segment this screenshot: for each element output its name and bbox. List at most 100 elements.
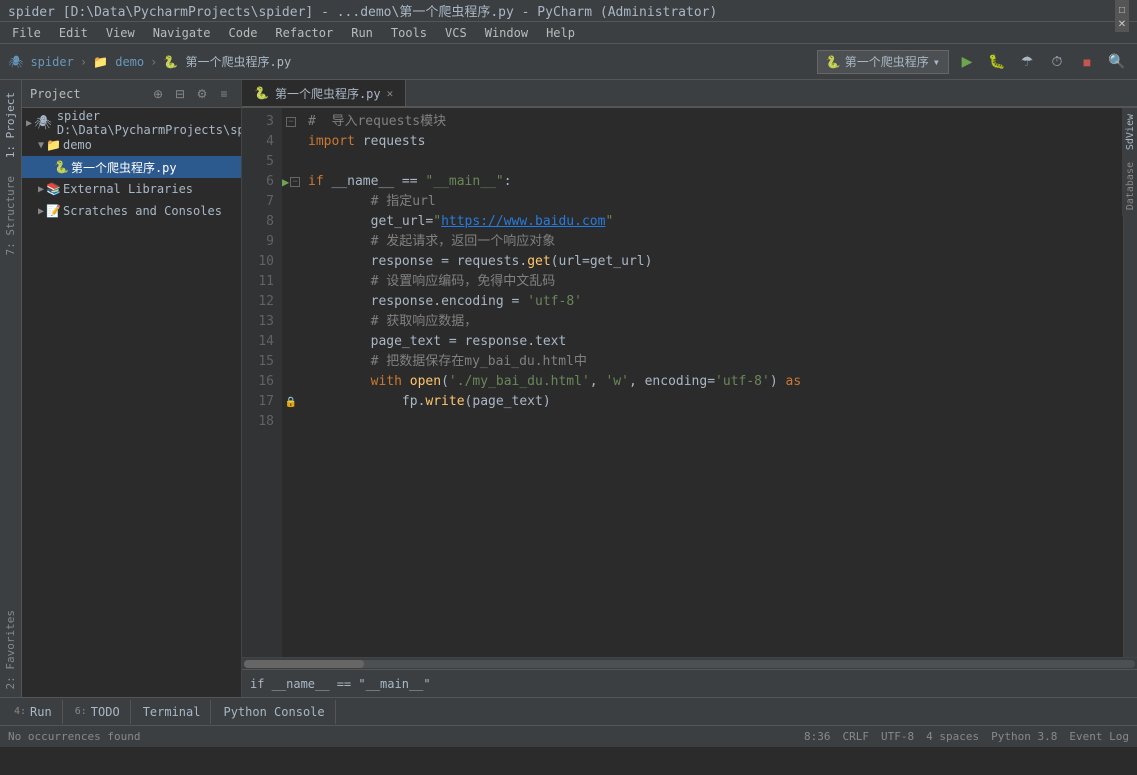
status-encoding[interactable]: UTF-8 xyxy=(881,730,914,743)
code-open-fn: open xyxy=(410,372,441,392)
code-line-14: page_text = response . text xyxy=(308,332,1115,352)
code-line-17: fp . write ( page_text ) xyxy=(308,392,1115,412)
menu-file[interactable]: File xyxy=(4,22,49,44)
breadcrumb-spider[interactable]: 🕷 spider xyxy=(8,55,74,69)
code-mode-str: 'w' xyxy=(605,372,628,392)
run-indicator-6[interactable]: ▶ xyxy=(282,175,289,189)
code-line-16: with open ( './my_bai_du.html' , 'w' , e… xyxy=(308,372,1115,392)
horizontal-scrollbar[interactable] xyxy=(242,657,1137,669)
status-line-ending[interactable]: CRLF xyxy=(843,730,870,743)
tab-run[interactable]: 4: Run xyxy=(4,700,63,724)
code-content[interactable]: # 导入requests模块 import requests if __name… xyxy=(300,108,1123,657)
code-editor[interactable]: 3 4 5 6 7 8 9 10 11 12 13 14 15 16 17 18 xyxy=(242,108,1137,657)
scroll-thumb[interactable] xyxy=(244,660,364,668)
tree-item-main-file[interactable]: 🐍 第一个爬虫程序.py xyxy=(22,156,241,178)
tree-label-scratches: Scratches and Consoles xyxy=(63,204,222,218)
code-comment-3: # 导入requests模块 xyxy=(308,112,446,132)
line-numbers: 3 4 5 6 7 8 9 10 11 12 13 14 15 16 17 18 xyxy=(242,108,282,657)
menu-code[interactable]: Code xyxy=(221,22,266,44)
code-line-3: # 导入requests模块 xyxy=(308,112,1115,132)
gutter-9 xyxy=(282,232,300,252)
project-header: Project ⊕ ⊟ ⚙ ≡ xyxy=(22,80,241,108)
project-settings-button[interactable]: ⚙ xyxy=(193,85,211,103)
tab-terminal[interactable]: Terminal xyxy=(133,700,212,724)
run-tab-label: Run xyxy=(30,705,52,719)
status-python-version[interactable]: Python 3.8 xyxy=(991,730,1057,743)
breadcrumb-file[interactable]: 🐍 第一个爬虫程序.py xyxy=(163,53,291,70)
panel-database-label[interactable]: Database xyxy=(1122,156,1137,216)
code-url: https://www.baidu.com xyxy=(441,212,605,232)
tree-arrow-spider: ▶ xyxy=(26,118,32,129)
maximize-button[interactable]: □ xyxy=(1115,4,1129,18)
line-num-12: 12 xyxy=(242,292,282,312)
code-encoding-attr: encoding xyxy=(441,292,504,312)
menu-run[interactable]: Run xyxy=(343,22,381,44)
tree-item-demo[interactable]: ▼ 📁 demo xyxy=(22,134,241,156)
tab-main-file[interactable]: 🐍 第一个爬虫程序.py ✕ xyxy=(242,80,406,106)
menu-edit[interactable]: Edit xyxy=(51,22,96,44)
left-strip: 1: Project 7: Structure 2: Favorites xyxy=(0,80,22,697)
line-num-8: 8 xyxy=(242,212,282,232)
project-add-button[interactable]: ⊕ xyxy=(149,85,167,103)
code-page-text-ref: page_text xyxy=(472,392,542,412)
tree-item-scratches[interactable]: ▶ 📝 Scratches and Consoles xyxy=(22,200,241,222)
status-position[interactable]: 8:36 xyxy=(804,730,831,743)
stop-button[interactable]: ■ xyxy=(1075,50,1099,74)
tab-todo[interactable]: 6: TODO xyxy=(65,700,131,724)
project-collapse-button[interactable]: ⊟ xyxy=(171,85,189,103)
panel-sdview-label[interactable]: SdView xyxy=(1122,108,1137,156)
coverage-button[interactable]: ☂ xyxy=(1015,50,1039,74)
code-dunder-name: __name__ xyxy=(331,172,394,192)
panel-structure-label[interactable]: 7: Structure xyxy=(1,168,20,263)
status-indent[interactable]: 4 spaces xyxy=(926,730,979,743)
tree-item-spider[interactable]: ▶ 🕷 spider D:\Data\PycharmProjects\spide… xyxy=(22,112,241,134)
scratches-icon: 📝 xyxy=(46,204,61,218)
code-line-9: # 发起请求，返回一个响应对象 xyxy=(308,232,1115,252)
toolbar: 🕷 spider › 📁 demo › 🐍 第一个爬虫程序.py 🐍 第一个爬虫… xyxy=(0,44,1137,80)
gutter-fold-3[interactable]: − xyxy=(282,112,300,132)
tree-arrow-demo: ▼ xyxy=(38,140,44,151)
tree-arrow-scratches: ▶ xyxy=(38,206,44,217)
debug-button[interactable]: 🐛 xyxy=(985,50,1009,74)
code-line-11: # 设置响应编码，免得中文乱码 xyxy=(308,272,1115,292)
title-controls: ─ □ ✕ xyxy=(1115,0,1129,32)
tab-file-icon: 🐍 xyxy=(254,86,269,100)
lock-icon-17: 🔒 xyxy=(285,397,297,408)
run-config-selector[interactable]: 🐍 第一个爬虫程序 ▾ xyxy=(817,50,949,74)
breadcrumb-demo[interactable]: 📁 demo xyxy=(93,55,144,69)
code-line-13: # 获取响应数据， xyxy=(308,312,1115,332)
close-button[interactable]: ✕ xyxy=(1115,18,1129,32)
menu-refactor[interactable]: Refactor xyxy=(267,22,341,44)
menu-tools[interactable]: Tools xyxy=(383,22,435,44)
panel-favorites-label[interactable]: 2: Favorites xyxy=(1,602,20,697)
menu-help[interactable]: Help xyxy=(538,22,583,44)
menu-view[interactable]: View xyxy=(98,22,143,44)
menu-window[interactable]: Window xyxy=(477,22,536,44)
status-event-log[interactable]: Event Log xyxy=(1069,730,1129,743)
panel-project-label[interactable]: 1: Project xyxy=(1,84,20,166)
search-everywhere-button[interactable]: 🔍 xyxy=(1105,50,1129,74)
fold-icon-3[interactable]: − xyxy=(286,117,296,127)
gutter-10 xyxy=(282,252,300,272)
run-config-icon: 🐍 xyxy=(826,55,841,69)
tree-item-ext-libs[interactable]: ▶ 📚 External Libraries xyxy=(22,178,241,200)
menu-vcs[interactable]: VCS xyxy=(437,22,475,44)
code-path-str: './my_bai_du.html' xyxy=(449,372,590,392)
fold-icon-6[interactable]: − xyxy=(290,177,300,187)
code-get-url-ref: get_url xyxy=(590,252,645,272)
run-button[interactable]: ▶ xyxy=(955,50,979,74)
line-num-15: 15 xyxy=(242,352,282,372)
gutter-15 xyxy=(282,352,300,372)
tree-label-main-file: 第一个爬虫程序.py xyxy=(71,159,177,176)
file-icon-main: 🐍 xyxy=(54,160,69,174)
tab-python-console[interactable]: Python Console xyxy=(213,700,335,724)
project-menu-button[interactable]: ≡ xyxy=(215,85,233,103)
code-if-kw: if xyxy=(308,172,324,192)
menu-navigate[interactable]: Navigate xyxy=(145,22,219,44)
code-url-param: url xyxy=(559,252,582,272)
tab-close-button[interactable]: ✕ xyxy=(387,87,394,100)
profile-button[interactable]: ⏱ xyxy=(1045,50,1069,74)
tree-label-demo: demo xyxy=(63,138,92,152)
tree-arrow-ext: ▶ xyxy=(38,184,44,195)
line-num-14: 14 xyxy=(242,332,282,352)
